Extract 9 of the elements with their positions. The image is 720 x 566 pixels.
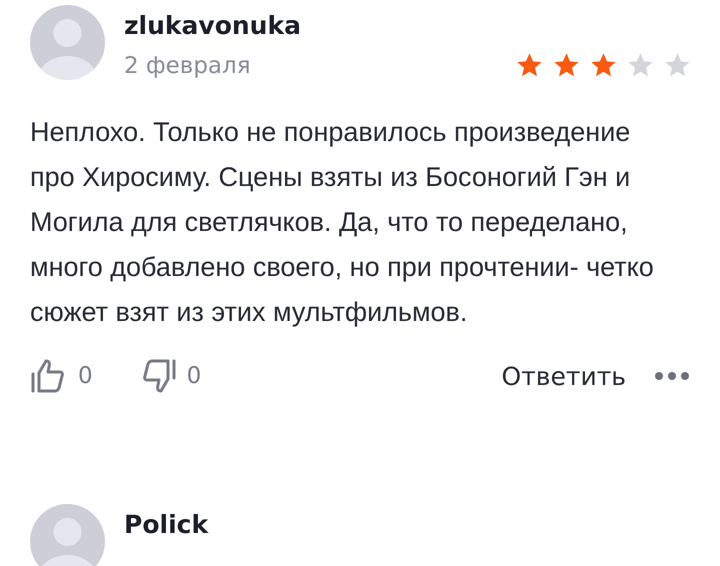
reply-button[interactable]: Ответить	[502, 362, 626, 390]
author-name: zlukavonuka	[124, 11, 302, 41]
avatar-icon	[30, 504, 105, 566]
like-button[interactable]: 0	[30, 357, 93, 395]
author-name: Polick	[124, 510, 210, 540]
dislike-button[interactable]: 0	[138, 357, 202, 395]
more-button[interactable]	[654, 371, 690, 381]
review-text: Неплохо. Только не понравилось произведение про Хиросиму. Сцены взяты из Босоногий Гэн и Могила для светлячков. Да, что то переделано, много добавлено своего, но при прочтении- четко сюжет взят из этих мультфильмов.	[30, 116, 655, 329]
review-date: 2 февраля	[124, 52, 251, 78]
